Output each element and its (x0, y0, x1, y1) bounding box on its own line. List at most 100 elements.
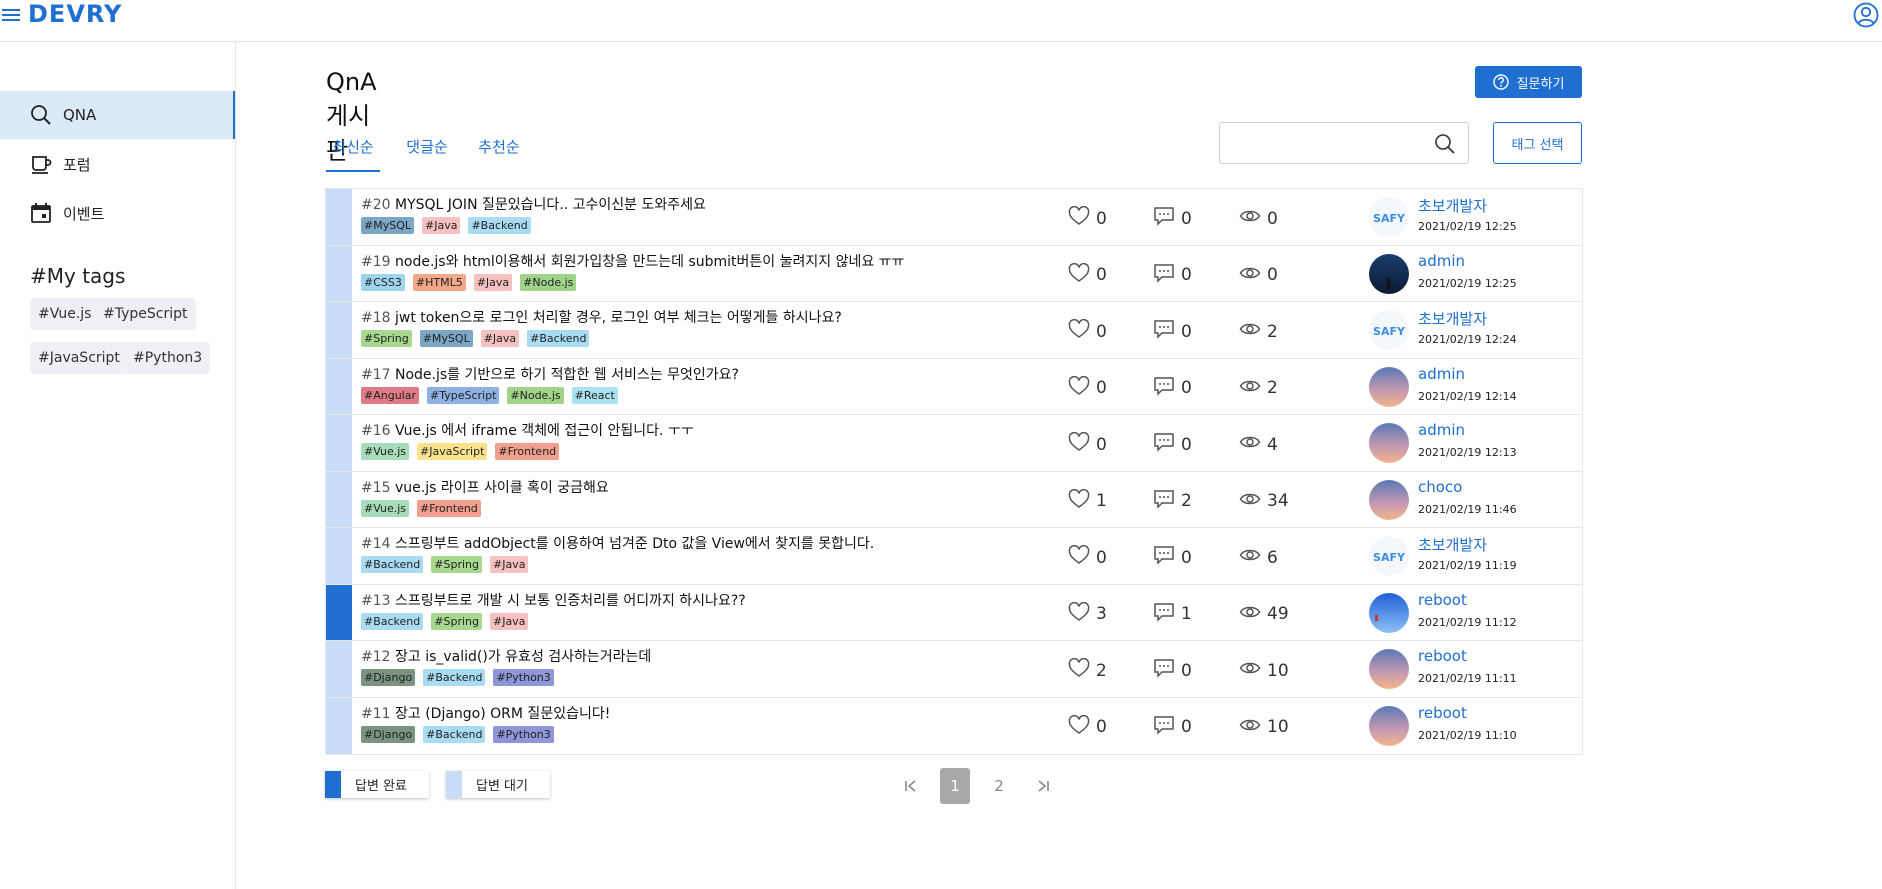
author-name[interactable]: admin (1418, 252, 1465, 270)
post-tag[interactable]: #Java (422, 217, 461, 234)
tab-latest[interactable]: 최신순 (326, 128, 380, 172)
search-input[interactable] (1228, 123, 1428, 161)
first-page-button[interactable] (896, 768, 926, 804)
comment-count-value: 2 (1181, 491, 1192, 511)
table-row[interactable]: #14 스프링부트 addObject를 이용하여 넘겨준 Dto 값을 Vie… (326, 528, 1582, 585)
page-button-2[interactable]: 2 (984, 768, 1014, 804)
avatar[interactable] (1369, 366, 1409, 407)
account-icon[interactable] (1853, 2, 1879, 28)
post-tag[interactable]: #Python3 (493, 725, 554, 743)
post-title[interactable]: #11 장고 (Django) ORM 질문있습니다! (361, 703, 610, 723)
author-name[interactable]: 초보개발자 (1418, 195, 1487, 216)
post-tag[interactable]: #Backend (361, 556, 424, 573)
app-logo[interactable]: DEVRY (28, 0, 122, 28)
tab-recommended[interactable]: 추천순 (474, 128, 524, 172)
post-tag[interactable]: #Node.js (507, 386, 564, 404)
post-tag[interactable]: #Java (489, 556, 529, 573)
post-tag[interactable]: #Java (473, 273, 513, 291)
tab-comments[interactable]: 댓글순 (402, 128, 452, 172)
avatar[interactable] (1369, 479, 1409, 520)
author-name[interactable]: reboot (1418, 704, 1467, 722)
post-tag[interactable]: #Django (361, 725, 416, 743)
post-tag[interactable]: #Spring (431, 612, 482, 630)
post-tag[interactable]: #HTML5 (412, 273, 466, 291)
avatar[interactable] (1369, 705, 1409, 746)
post-title[interactable]: #14 스프링부트 addObject를 이용하여 넘겨준 Dto 값을 Vie… (361, 533, 874, 553)
post-tag[interactable]: #JavaScript (417, 443, 488, 460)
table-row[interactable]: #19 node.js와 html이용해서 회원가입창을 만드는데 submit… (326, 245, 1582, 302)
my-tag[interactable]: #JavaScript (30, 342, 128, 374)
menu-icon[interactable] (2, 6, 20, 24)
eye-icon (1239, 319, 1261, 344)
post-title[interactable]: #12 장고 is_valid()가 유효성 검사하는거라는데 (361, 646, 651, 666)
author-name[interactable]: admin (1418, 421, 1465, 439)
post-tag[interactable]: #Backend (527, 330, 590, 347)
sidebar-item-qna[interactable]: QNA (0, 91, 235, 139)
calendar-icon (31, 203, 51, 223)
table-row[interactable]: #15 vue.js 라이프 사이클 혹이 궁금해요 #Vue.js #Front… (326, 471, 1582, 528)
post-title[interactable]: #15 vue.js 라이프 사이클 혹이 궁금해요 (361, 477, 609, 497)
post-tag[interactable]: #Spring (361, 330, 412, 347)
author-name[interactable]: reboot (1418, 591, 1467, 609)
author-name[interactable]: reboot (1418, 647, 1467, 665)
cup-icon (32, 156, 52, 174)
post-title[interactable]: #18 jwt token으로 로그인 처리할 경우, 로그인 여부 체크는 어… (361, 307, 842, 327)
my-tag[interactable]: #Vue.js (30, 298, 100, 330)
avatar[interactable]: SAFY (1369, 310, 1409, 350)
avatar[interactable] (1369, 649, 1409, 689)
post-tag[interactable]: #Frontend (495, 443, 560, 460)
ask-question-button[interactable]: 질문하기 (1475, 66, 1582, 98)
avatar[interactable]: SAFY (1369, 197, 1409, 237)
answer-status-bar (326, 245, 352, 301)
post-tag[interactable]: #TypeScript (427, 386, 500, 404)
post-tag[interactable]: #Backend (468, 217, 531, 234)
post-tag[interactable]: #Java (489, 612, 529, 630)
avatar[interactable] (1369, 253, 1409, 294)
post-title[interactable]: #17 Node.js를 기반으로 하기 적합한 웹 서비스는 무엇인가요? (361, 364, 739, 384)
post-tag[interactable]: #Node.js (520, 273, 577, 291)
table-row[interactable]: #12 장고 is_valid()가 유효성 검사하는거라는데 #Django #… (326, 641, 1582, 698)
tag-select-button[interactable]: 태그 선택 (1493, 122, 1582, 164)
post-title[interactable]: #13 스프링부트로 개발 시 보통 인증처리를 어디까지 하시나요?? (361, 590, 746, 610)
author-name[interactable]: 초보개발자 (1418, 534, 1487, 555)
sidebar-item-event[interactable]: 이벤트 (0, 189, 235, 237)
post-tag[interactable]: #CSS3 (361, 273, 405, 291)
post-title[interactable]: #19 node.js와 html이용해서 회원가입창을 만드는데 submit… (361, 251, 904, 271)
post-tag[interactable]: #MySQL (419, 330, 473, 347)
post-tag[interactable]: #Spring (431, 556, 482, 573)
table-row[interactable]: #13 스프링부트로 개발 시 보통 인증처리를 어디까지 하시나요?? #Ba… (326, 584, 1582, 641)
post-tag[interactable]: #Python3 (493, 669, 554, 686)
post-title[interactable]: #20 MYSQL JOIN 질문있습니다.. 고수이신분 도와주세요 (361, 194, 706, 214)
post-title-text: Vue.js 에서 iframe 객체에 접근이 안됩니다. ㅜㅜ (395, 423, 694, 439)
view-count: 6 (1239, 545, 1278, 570)
author-name[interactable]: admin (1418, 365, 1465, 383)
table-row[interactable]: #11 장고 (Django) ORM 질문있습니다! #Django #Back… (326, 697, 1582, 754)
post-tag[interactable]: #Java (480, 330, 520, 347)
post-tag[interactable]: #React (571, 386, 618, 404)
post-tag[interactable]: #Backend (361, 612, 424, 630)
my-tag[interactable]: #TypeScript (95, 298, 196, 330)
post-tag[interactable]: #Angular (361, 386, 419, 404)
table-row[interactable]: #20 MYSQL JOIN 질문있습니다.. 고수이신분 도와주세요 #MyS… (326, 189, 1582, 246)
post-tag[interactable]: #MySQL (361, 217, 414, 234)
table-row[interactable]: #18 jwt token으로 로그인 처리할 경우, 로그인 여부 체크는 어… (326, 302, 1582, 359)
author-name[interactable]: choco (1418, 478, 1462, 496)
table-row[interactable]: #16 Vue.js 에서 iframe 객체에 접근이 안됩니다. ㅜㅜ #V… (326, 415, 1582, 472)
post-tag[interactable]: #Vue.js (361, 443, 410, 460)
avatar[interactable] (1369, 592, 1409, 633)
search-icon[interactable] (1434, 133, 1456, 155)
avatar[interactable] (1369, 423, 1409, 463)
sidebar-item-forum[interactable]: 포럼 (0, 140, 235, 188)
post-tag[interactable]: #Django (361, 669, 416, 686)
post-tag[interactable]: #Frontend (417, 499, 481, 517)
my-tag[interactable]: #Python3 (125, 342, 211, 374)
post-tag[interactable]: #Backend (423, 725, 486, 743)
avatar[interactable]: SAFY (1369, 536, 1409, 576)
post-title[interactable]: #16 Vue.js 에서 iframe 객체에 접근이 안됩니다. ㅜㅜ (361, 420, 694, 440)
post-tag[interactable]: #Backend (423, 669, 486, 686)
table-row[interactable]: #17 Node.js를 기반으로 하기 적합한 웹 서비스는 무엇인가요? #… (326, 358, 1582, 415)
author-name[interactable]: 초보개발자 (1418, 308, 1487, 329)
post-tag[interactable]: #Vue.js (361, 499, 410, 517)
page-button-1[interactable]: 1 (940, 768, 970, 804)
last-page-button[interactable] (1028, 768, 1058, 804)
